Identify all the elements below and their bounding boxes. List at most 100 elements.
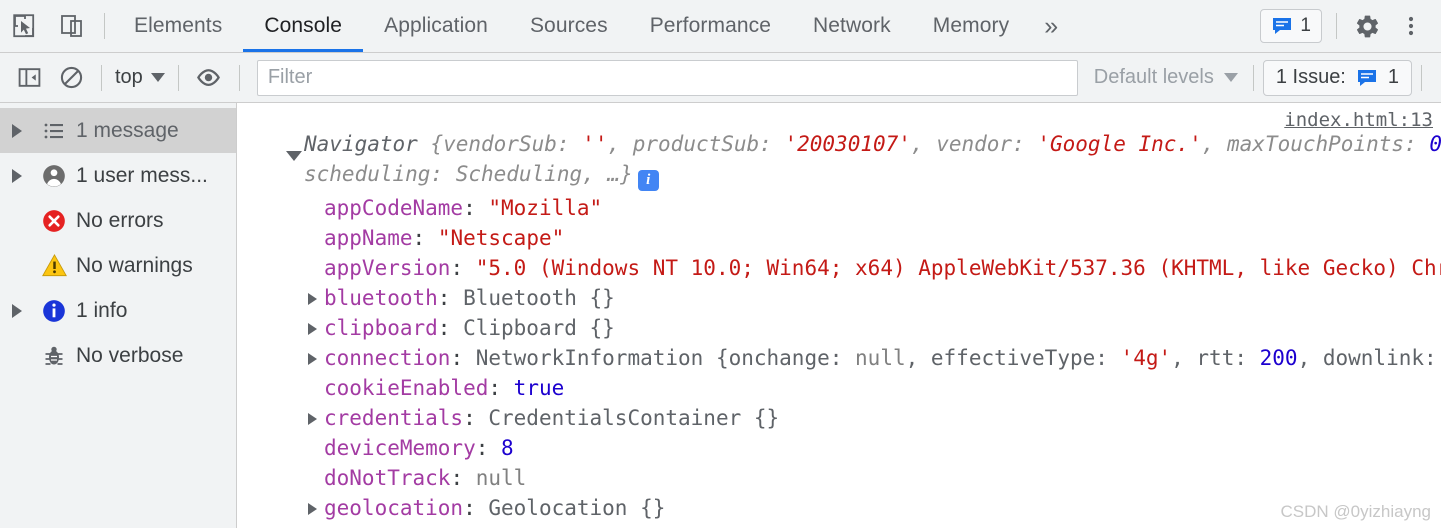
tab-network[interactable]: Network xyxy=(792,0,912,52)
token: , productSub: xyxy=(607,132,785,156)
tab-label: Elements xyxy=(134,14,223,37)
object-property-row[interactable]: connection: NetworkInformation {onchange… xyxy=(238,343,1441,373)
object-property-row[interactable]: credentials: CredentialsContainer {} xyxy=(238,403,1441,433)
sidebar-panel-icon[interactable] xyxy=(8,57,50,99)
property-name: cookieEnabled xyxy=(324,376,489,400)
property-value: true xyxy=(514,376,565,400)
object-property-row[interactable]: appCodeName: "Mozilla" xyxy=(238,193,1441,223)
sidebar-item-verbose[interactable]: No verbose xyxy=(0,333,236,378)
property-name: doNotTrack xyxy=(324,466,451,490)
property-name: appCodeName xyxy=(324,196,464,220)
token: NetworkInformation {onchange: xyxy=(475,346,856,370)
tab-console[interactable]: Console xyxy=(243,0,363,52)
source-link[interactable]: index.html:13 xyxy=(1284,109,1433,131)
filter-input[interactable] xyxy=(256,59,1078,96)
clear-console-icon[interactable] xyxy=(50,57,92,99)
token: Bluetooth {} xyxy=(463,286,615,310)
error-circle-icon xyxy=(34,208,74,234)
triangle-down-icon[interactable] xyxy=(286,151,302,161)
object-property-row[interactable]: hid: HID {} xyxy=(238,523,1441,528)
toolbar-divider xyxy=(104,13,105,39)
sidebar-item-label: No errors xyxy=(76,208,164,232)
info-badge-icon[interactable]: i xyxy=(637,170,659,191)
object-property-row[interactable]: bluetooth: Bluetooth {} xyxy=(238,283,1441,313)
gear-icon[interactable] xyxy=(1345,4,1389,48)
token: null xyxy=(855,346,906,370)
triangle-right-icon xyxy=(12,168,22,183)
message-count-value: 1 xyxy=(1300,15,1311,36)
sidebar-item-label: 1 info xyxy=(76,298,128,322)
property-value: null xyxy=(476,466,527,490)
object-property-row[interactable]: cookieEnabled: true xyxy=(238,373,1441,403)
execution-context-selector[interactable]: top xyxy=(111,66,169,89)
triangle-right-icon[interactable] xyxy=(308,323,317,335)
object-property-row[interactable]: appName: "Netscape" xyxy=(238,223,1441,253)
object-property-row[interactable]: clipboard: Clipboard {} xyxy=(238,313,1441,343)
property-colon: : xyxy=(488,376,514,400)
tab-performance[interactable]: Performance xyxy=(629,0,792,52)
kebab-menu-icon[interactable] xyxy=(1389,4,1433,48)
object-property-row[interactable]: doNotTrack: null xyxy=(238,463,1441,493)
token: , vendor: xyxy=(910,132,1038,156)
token: { xyxy=(430,132,444,156)
log-levels-selector[interactable]: Default levels xyxy=(1088,66,1244,89)
warning-triangle-icon xyxy=(34,252,74,279)
token: Clipboard {} xyxy=(463,316,615,340)
more-tabs-chevron-icon[interactable]: » xyxy=(1030,0,1072,52)
object-properties-list: appCodeName: "Mozilla" appName: "Netscape… xyxy=(238,193,1441,528)
expand-arrow[interactable] xyxy=(12,123,34,138)
device-toolbar-icon[interactable] xyxy=(48,0,96,52)
triangle-right-icon[interactable] xyxy=(308,503,317,515)
token: vendorSub: xyxy=(443,132,583,156)
tabbar-right-controls: 1 xyxy=(1260,0,1441,52)
live-expression-eye-icon[interactable] xyxy=(188,57,230,99)
object-preview-header[interactable]: Navigator {vendorSub: '', productSub: '2… xyxy=(238,129,1441,191)
property-colon: : xyxy=(437,316,464,340)
triangle-right-icon[interactable] xyxy=(308,353,317,365)
sidebar-item-errors[interactable]: No errors xyxy=(0,198,236,243)
property-name: clipboard xyxy=(324,316,438,340)
issues-counter-button[interactable]: 1 Issue: 1 xyxy=(1262,59,1412,96)
expand-arrow[interactable] xyxy=(12,168,34,183)
tab-sources[interactable]: Sources xyxy=(509,0,629,52)
chevron-down-icon xyxy=(150,73,165,82)
token: '4g' xyxy=(1120,346,1172,370)
toolbar-divider xyxy=(177,64,179,91)
object-property-row[interactable]: deviceMemory: 8 xyxy=(238,433,1441,463)
token: 'Google Inc.' xyxy=(1037,132,1202,156)
property-name: bluetooth xyxy=(324,286,438,310)
token: CredentialsContainer {} xyxy=(488,406,780,430)
tab-application[interactable]: Application xyxy=(363,0,509,52)
user-avatar-icon xyxy=(34,163,74,189)
tab-elements[interactable]: Elements xyxy=(113,0,243,52)
sidebar-item-user-messages[interactable]: 1 user mess... xyxy=(0,153,236,198)
triangle-right-icon xyxy=(12,303,22,318)
object-property-row[interactable]: geolocation: Geolocation {} xyxy=(238,493,1441,523)
inspect-cursor-icon[interactable] xyxy=(0,0,48,52)
property-value: 8 xyxy=(501,436,514,460)
triangle-right-icon[interactable] xyxy=(308,413,317,425)
console-sidebar: 1 message 1 user mess... No errors No wa… xyxy=(0,103,237,528)
expand-arrow[interactable] xyxy=(12,303,34,318)
sidebar-item-warnings[interactable]: No warnings xyxy=(0,243,236,288)
chevron-down-icon xyxy=(1223,73,1238,82)
tab-label: Sources xyxy=(529,14,608,37)
object-property-row[interactable]: appVersion: "5.0 (Windows NT 10.0; Win64… xyxy=(238,253,1441,283)
token: "5.0 (Windows NT 10.0; Win64; x64) Apple… xyxy=(475,256,1441,280)
token: 200 xyxy=(1259,346,1298,370)
triangle-right-icon[interactable] xyxy=(308,293,317,305)
sidebar-item-messages[interactable]: 1 message xyxy=(0,108,236,153)
token: null xyxy=(475,466,527,490)
property-value: NetworkInformation {onchange: null, effe… xyxy=(476,346,1441,370)
tab-memory[interactable]: Memory xyxy=(912,0,1030,52)
tab-label: Performance xyxy=(649,14,772,37)
token: "Netscape" xyxy=(437,226,565,250)
property-value: Bluetooth {} xyxy=(463,286,615,310)
object-preview-line-1: Navigator {vendorSub: '', productSub: '2… xyxy=(304,132,1441,156)
token: '20030107' xyxy=(784,132,911,156)
property-name: connection xyxy=(324,346,451,370)
sidebar-item-label: 1 message xyxy=(76,118,179,142)
sidebar-item-info[interactable]: 1 info xyxy=(0,288,236,333)
console-message-count-button[interactable]: 1 xyxy=(1260,9,1322,43)
watermark: CSDN @0yizhiayng xyxy=(1280,502,1431,521)
